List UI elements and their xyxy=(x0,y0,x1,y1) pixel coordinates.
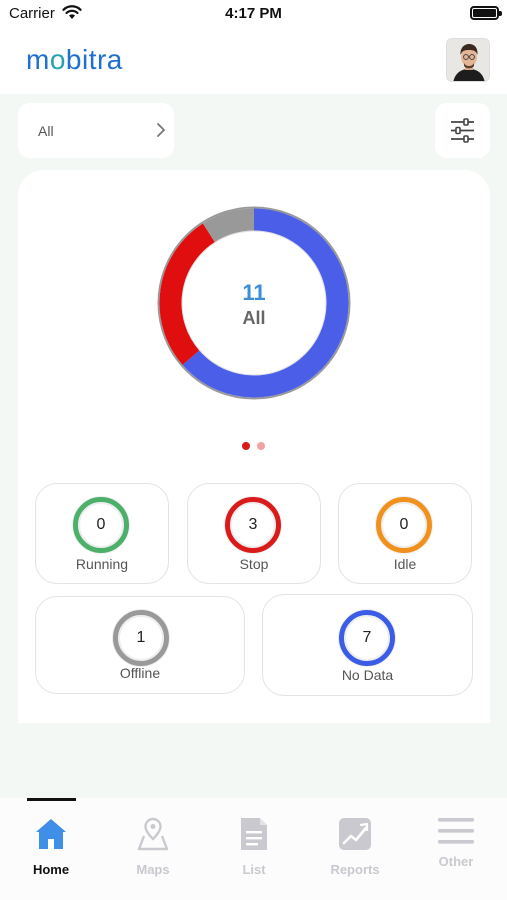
total-count: 11 xyxy=(242,280,266,305)
brand-logo[interactable]: mobitra xyxy=(26,44,123,76)
offline-count-ring: 1 xyxy=(113,610,169,666)
tab-maps[interactable]: Maps xyxy=(113,816,193,886)
status-card-idle[interactable]: 0 Idle xyxy=(338,483,472,584)
stop-count: 3 xyxy=(248,516,258,533)
tab-other-label: Other xyxy=(438,854,474,869)
bottom-tab-bar: Home Maps List Reports Other xyxy=(0,798,507,900)
stop-count-ring: 3 xyxy=(225,497,281,553)
total-label: All xyxy=(242,308,266,328)
running-count-ring: 0 xyxy=(73,497,129,553)
page-dot-active[interactable] xyxy=(242,442,250,450)
filter-settings-button[interactable] xyxy=(435,103,490,158)
home-icon xyxy=(36,819,66,849)
offline-count: 1 xyxy=(136,629,146,646)
no-data-label: No Data xyxy=(341,667,394,683)
map-pin-icon xyxy=(137,817,169,851)
idle-count-ring: 0 xyxy=(376,497,432,553)
page-dot[interactable] xyxy=(257,442,265,450)
logo-prefix: m xyxy=(26,44,50,75)
status-card-offline[interactable]: 1 Offline xyxy=(35,596,245,694)
document-icon xyxy=(241,818,267,850)
donut-center: 11 All xyxy=(157,280,351,329)
reports-icon xyxy=(339,818,371,850)
logo-o: o xyxy=(49,44,66,75)
summary-card: 11 All 0 Running 3 Stop 0 Idle 1 Offline… xyxy=(18,170,490,723)
vehicle-group-label: All xyxy=(38,123,54,139)
status-bar: Carrier 4:17 PM xyxy=(0,0,507,26)
tab-maps-label: Maps xyxy=(136,862,170,877)
menu-icon xyxy=(438,818,474,844)
tab-home-label: Home xyxy=(32,862,70,877)
sliders-icon xyxy=(451,118,474,143)
no-data-count-ring: 7 xyxy=(339,610,395,666)
donut-segment-offline[interactable] xyxy=(202,208,255,243)
logo-suffix: bitra xyxy=(65,44,123,75)
tab-reports[interactable]: Reports xyxy=(315,816,395,886)
no-data-count: 7 xyxy=(362,629,372,646)
tab-reports-label: Reports xyxy=(330,862,380,877)
chevron-right-icon xyxy=(156,122,166,143)
status-time: 4:17 PM xyxy=(225,5,282,22)
status-card-no-data[interactable]: 7 No Data xyxy=(262,594,473,696)
idle-count: 0 xyxy=(399,516,409,533)
active-tab-indicator xyxy=(27,798,76,801)
stop-label: Stop xyxy=(239,556,269,572)
status-card-stop[interactable]: 3 Stop xyxy=(187,483,321,584)
vehicle-group-select[interactable]: All xyxy=(18,103,174,158)
battery-icon xyxy=(470,6,502,20)
tab-home[interactable]: Home xyxy=(11,816,91,886)
idle-label: Idle xyxy=(393,556,417,572)
tab-list[interactable]: List xyxy=(214,816,294,886)
user-avatar[interactable] xyxy=(446,38,490,82)
running-count: 0 xyxy=(96,516,106,533)
status-donut-chart[interactable]: 11 All xyxy=(157,206,351,400)
running-label: Running xyxy=(75,556,129,572)
app-header: mobitra xyxy=(0,26,507,94)
status-card-running[interactable]: 0 Running xyxy=(35,483,169,584)
offline-label: Offline xyxy=(119,665,161,681)
tab-list-label: List xyxy=(242,862,266,877)
tab-other[interactable]: Other xyxy=(416,816,496,886)
